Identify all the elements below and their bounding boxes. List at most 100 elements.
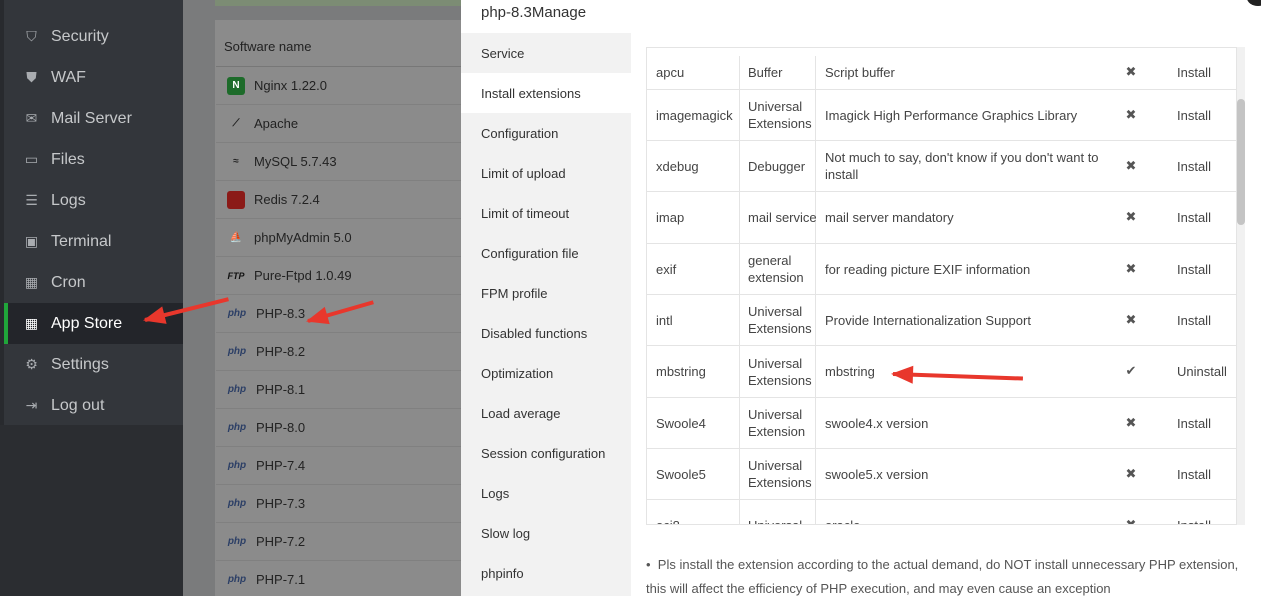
dialog-nav-install-extensions[interactable]: Install extensions bbox=[461, 73, 631, 113]
php-icon: php bbox=[227, 346, 247, 357]
extension-description: swoole4.x version bbox=[825, 415, 929, 431]
software-row[interactable]: php PHP-8.2 bbox=[216, 333, 461, 371]
dialog-nav-logs[interactable]: Logs bbox=[461, 473, 631, 513]
monitor-icon: ▭ bbox=[23, 0, 40, 2]
software-row[interactable]: php PHP-7.1 bbox=[216, 561, 461, 596]
dialog-nav-limit-of-upload[interactable]: Limit of upload bbox=[461, 153, 631, 193]
dialog-nav-fpm-profile[interactable]: FPM profile bbox=[461, 273, 631, 313]
software-name: Apache bbox=[254, 116, 299, 131]
dialog-nav-slow-log[interactable]: Slow log bbox=[461, 513, 631, 553]
extension-description: Not much to say, don't know if you don't… bbox=[825, 150, 1099, 182]
folder-icon: ▭ bbox=[24, 151, 39, 168]
dialog-nav-phpinfo[interactable]: phpinfo bbox=[461, 553, 631, 593]
software-row[interactable]: php PHP-7.4 bbox=[216, 447, 461, 485]
extension-type: Buffer bbox=[748, 65, 783, 80]
dialog-nav-service[interactable]: Service bbox=[461, 33, 631, 73]
nginx-icon: N bbox=[227, 76, 245, 95]
sidebar-item-label: Mail Server bbox=[51, 109, 132, 127]
dialog-nav-limit-of-timeout[interactable]: Limit of timeout bbox=[461, 193, 631, 233]
extension-name: xdebug bbox=[656, 158, 699, 174]
php-icon: php bbox=[227, 308, 247, 319]
install-link[interactable]: Install bbox=[1177, 141, 1236, 191]
extension-name: Swoole5 bbox=[656, 466, 706, 482]
uninstall-link[interactable]: Uninstall bbox=[1177, 346, 1236, 397]
cross-icon: ✖ bbox=[1125, 517, 1137, 525]
extension-type: Universal Extension bbox=[748, 407, 806, 439]
sidebar-item-cron[interactable]: ▦ Cron bbox=[4, 262, 183, 303]
sidebar-item-settings[interactable]: ⚙ Settings bbox=[4, 344, 183, 385]
dialog-nav-configuration-file[interactable]: Configuration file bbox=[461, 233, 631, 273]
sidebar-item-mail-server[interactable]: ✉ Mail Server bbox=[4, 98, 183, 139]
close-icon[interactable] bbox=[1247, 0, 1261, 6]
extension-type: Universal Extensions bbox=[748, 458, 812, 490]
software-row[interactable]: ⛵ phpMyAdmin 5.0 bbox=[216, 219, 461, 257]
terminal-icon: ▣ bbox=[24, 233, 39, 250]
extension-type: Universal Extensions bbox=[748, 355, 812, 388]
sidebar-item-logs[interactable]: ☰ Logs bbox=[4, 180, 183, 221]
ftp-icon: FTP bbox=[227, 270, 245, 281]
dialog-content: apcu Buffer Script buffer ✖ Install imagemagi… bbox=[631, 33, 1261, 596]
table-scrollbar-thumb[interactable] bbox=[1237, 99, 1245, 225]
dialog-nav-optimization[interactable]: Optimization bbox=[461, 353, 631, 393]
software-name: PHP-7.1 bbox=[256, 572, 306, 587]
sidebar-item-waf[interactable]: ⛊ WAF bbox=[4, 57, 183, 98]
extension-name: intl bbox=[656, 312, 673, 328]
extension-row: imagemagick Universal Extensions Imagick H… bbox=[647, 90, 1236, 141]
extension-name: exif bbox=[656, 261, 677, 277]
dialog-nav: Service Install extensions Configuration Li… bbox=[461, 33, 631, 596]
software-row[interactable]: FTP Pure-Ftpd 1.0.49 bbox=[216, 257, 461, 295]
software-name: PHP-8.0 bbox=[256, 420, 306, 435]
install-tip-text: Pls install the extension according to t… bbox=[646, 557, 1239, 596]
mysql-dolphin-icon: ≈ bbox=[233, 156, 239, 167]
extension-name: imap bbox=[656, 210, 685, 225]
software-row[interactable]: php PHP-8.0 bbox=[216, 409, 461, 447]
sidebar: ▭ Monitor ⛉ Security ⛊ WAF ✉ Mail Server ▭ Files ☰… bbox=[0, 0, 183, 596]
sidebar-item-files[interactable]: ▭ Files bbox=[4, 139, 183, 180]
software-row[interactable]: N Nginx 1.22.0 bbox=[216, 67, 461, 105]
sidebar-item-log-out[interactable]: ⇥ Log out bbox=[4, 385, 183, 426]
extension-name: oci8 bbox=[656, 517, 680, 525]
dialog-nav-session-configuration[interactable]: Session configuration bbox=[461, 433, 631, 473]
install-link[interactable]: Install bbox=[1177, 56, 1236, 89]
software-row[interactable]: php PHP-7.3 bbox=[216, 485, 461, 523]
php-manage-dialog: php-8.3Manage Service Install extensions C… bbox=[461, 0, 1261, 596]
dialog-nav-load-average[interactable]: Load average bbox=[461, 393, 631, 433]
dialog-nav-configuration[interactable]: Configuration bbox=[461, 113, 631, 153]
dialog-title: php-8.3Manage bbox=[481, 4, 587, 21]
install-link[interactable]: Install bbox=[1177, 295, 1236, 345]
extensions-table: apcu Buffer Script buffer ✖ Install imagemagi… bbox=[646, 47, 1236, 525]
install-link[interactable]: Install bbox=[1177, 192, 1236, 243]
software-row[interactable]: php PHP-7.2 bbox=[216, 523, 461, 561]
software-row[interactable]: Redis 7.2.4 bbox=[216, 181, 461, 219]
extension-row: Swoole4 Universal Extension swoole4.x vers… bbox=[647, 398, 1236, 449]
dialog-nav-disabled-functions[interactable]: Disabled functions bbox=[461, 313, 631, 353]
install-link[interactable]: Install bbox=[1177, 90, 1236, 140]
extension-row: Swoole5 Universal Extensions swoole5.x ver… bbox=[647, 449, 1236, 500]
extension-description: swoole5.x version bbox=[825, 466, 929, 482]
check-icon: ✔ bbox=[1125, 364, 1137, 379]
sidebar-item-label: Settings bbox=[51, 355, 109, 373]
extension-row: oci8 Universal oracle ✖ Install bbox=[647, 500, 1236, 525]
install-link[interactable]: Install bbox=[1177, 500, 1236, 525]
cross-icon: ✖ bbox=[1125, 210, 1137, 225]
install-link[interactable]: Install bbox=[1177, 244, 1236, 294]
sidebar-item-monitor[interactable]: ▭ Monitor bbox=[4, 0, 183, 14]
install-link[interactable]: Install bbox=[1177, 449, 1236, 499]
extension-type: Universal Extensions bbox=[748, 304, 812, 336]
sidebar-item-label: Security bbox=[51, 27, 109, 45]
software-row[interactable]: ≈ MySQL 5.7.43 bbox=[216, 143, 461, 181]
software-row[interactable]: php PHP-8.1 bbox=[216, 371, 461, 409]
logout-icon: ⇥ bbox=[25, 397, 38, 414]
sidebar-item-terminal[interactable]: ▣ Terminal bbox=[4, 221, 183, 262]
sidebar-item-security[interactable]: ⛉ Security bbox=[4, 16, 183, 57]
sidebar-item-label: Files bbox=[51, 150, 85, 168]
php-icon: php bbox=[227, 422, 247, 433]
software-name: PHP-8.2 bbox=[256, 344, 306, 359]
log-file-icon: ☰ bbox=[25, 192, 38, 209]
extension-name: imagemagick bbox=[656, 107, 733, 123]
software-row[interactable]: ⟋ Apache bbox=[216, 105, 461, 143]
install-link[interactable]: Install bbox=[1177, 398, 1236, 448]
extension-name: Swoole4 bbox=[656, 415, 706, 431]
sidebar-item-label: App Store bbox=[51, 314, 123, 332]
grid-icon: ▦ bbox=[24, 315, 39, 332]
